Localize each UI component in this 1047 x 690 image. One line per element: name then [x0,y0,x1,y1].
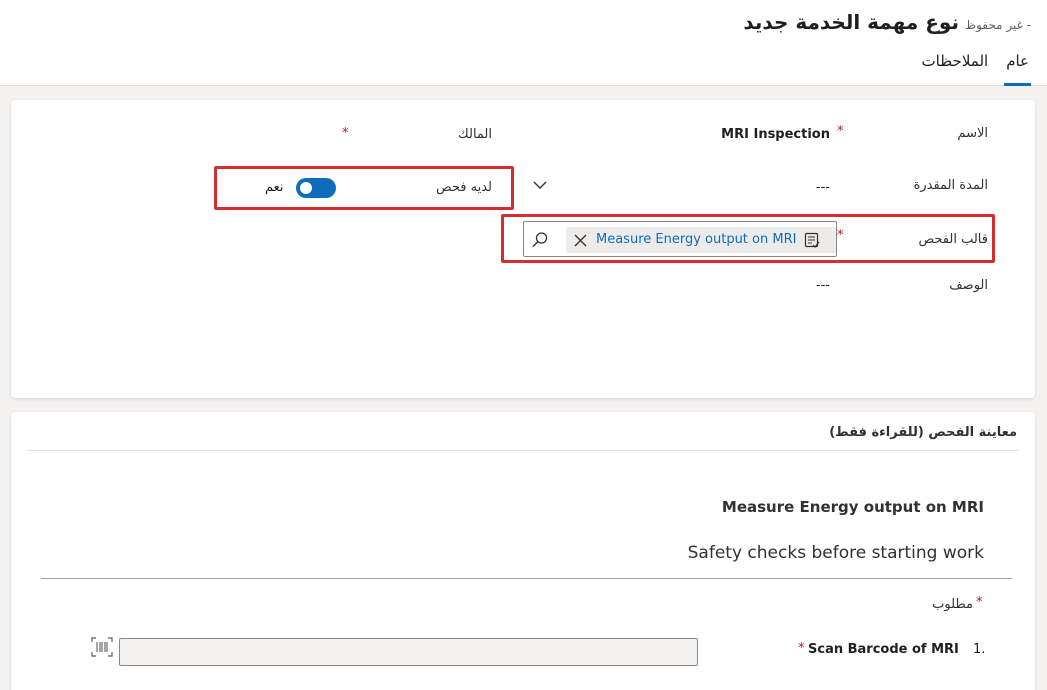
chevron-down-icon[interactable] [533,180,547,190]
page: نوع مهمة الخدمة جديد - غير محفوظ عام الم… [0,0,1047,690]
duration-value[interactable]: --- [816,180,830,195]
form-icon [804,232,820,248]
search-icon[interactable] [531,231,549,249]
preview-subtitle: Safety checks before starting work [687,543,984,563]
question-label: Scan Barcode of MRI [808,642,959,657]
close-icon[interactable] [574,234,587,247]
general-section: الاسم * MRI Inspection المالك * المدة ال… [11,100,1035,398]
required-note-marker: * [976,595,983,610]
toggle-knob [300,182,312,194]
has-inspection-value: نعم [265,180,284,195]
preview-section-title: معاينة الفحص (للقراءة فقط) [829,425,1017,440]
question-required-marker: * [798,641,805,656]
preview-divider [41,578,1012,579]
name-label: الاسم [957,126,988,141]
name-required-marker: * [837,124,844,139]
template-lookup[interactable]: Measure Energy output on MRI [523,221,837,257]
template-required-marker: * [837,228,844,243]
has-inspection-label: لديه فحص [435,180,492,195]
name-value[interactable]: MRI Inspection [721,127,830,142]
template-tag[interactable]: Measure Energy output on MRI [566,227,836,253]
tab-notes[interactable]: الملاحظات [920,52,991,86]
barcode-scan-icon[interactable] [91,637,113,657]
description-label: الوصف [949,278,988,293]
has-inspection-toggle[interactable] [296,178,336,198]
tab-list: عام الملاحظات [920,52,1031,86]
question-number: 1. [973,642,986,657]
title-row: نوع مهمة الخدمة جديد - غير محفوظ [743,10,1031,34]
section-divider [27,450,1019,451]
save-status: - غير محفوظ [964,18,1031,32]
page-title: نوع مهمة الخدمة جديد [743,10,959,34]
template-tag-label[interactable]: Measure Energy output on MRI [596,232,796,247]
form-header: نوع مهمة الخدمة جديد - غير محفوظ عام الم… [0,0,1047,86]
preview-title: Measure Energy output on MRI [721,498,984,516]
inspection-preview-section: معاينة الفحص (للقراءة فقط) Measure Energ… [11,412,1035,690]
tab-general[interactable]: عام [1004,52,1031,86]
owner-label: المالك [458,127,492,142]
required-note: مطلوب [932,597,973,612]
duration-label: المدة المقدرة [913,178,988,193]
owner-required-marker: * [342,126,349,141]
template-label: قالب الفحص [918,232,988,247]
barcode-input[interactable] [119,638,698,666]
description-value[interactable]: --- [816,278,830,293]
